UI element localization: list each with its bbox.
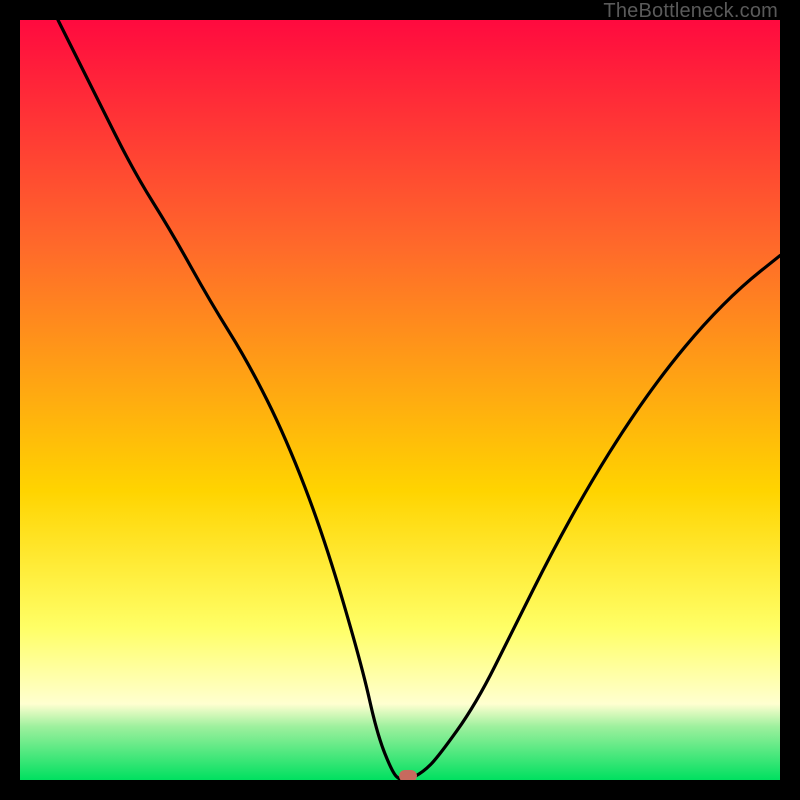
- chart-frame: TheBottleneck.com: [0, 0, 800, 800]
- optimum-marker: [399, 770, 417, 780]
- plot-area: [20, 20, 780, 780]
- bottleneck-curve: [20, 20, 780, 780]
